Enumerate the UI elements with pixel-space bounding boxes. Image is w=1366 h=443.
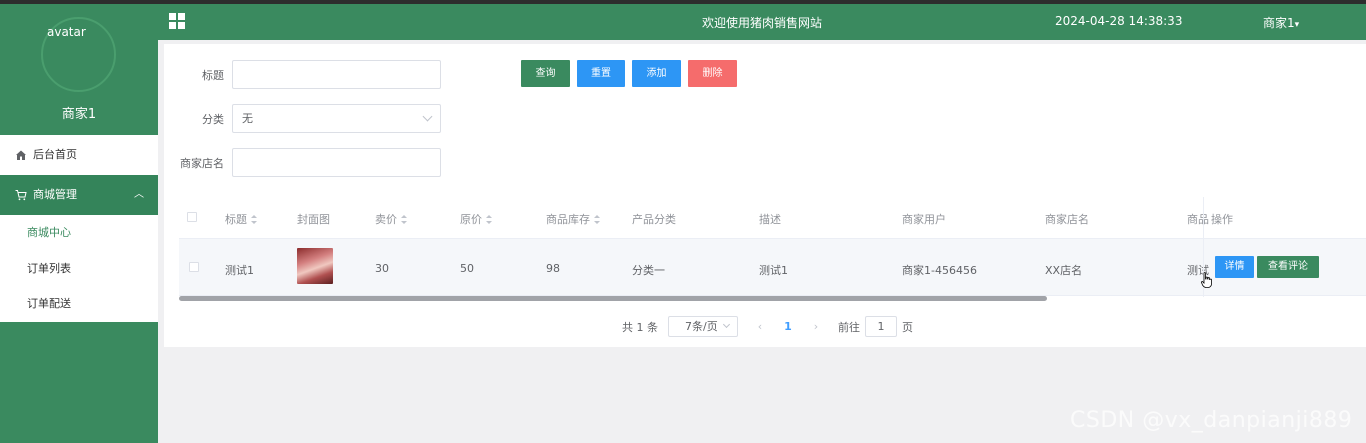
- scrollbar-thumb[interactable]: [179, 296, 1047, 301]
- cell-sell-price: 30: [375, 262, 389, 275]
- cell-merchant-user: 商家1-456456: [902, 264, 977, 277]
- user-panel: avatar 商家1: [0, 4, 158, 135]
- filter-shop-row: 商家店名: [164, 148, 441, 177]
- page-number-1[interactable]: 1: [774, 320, 802, 333]
- submenu-item-order-list[interactable]: 订单列表: [0, 251, 158, 287]
- column-header-shop-name: 商家店名: [1045, 213, 1089, 226]
- chevron-down-icon: [722, 320, 731, 329]
- sidebar: avatar 商家1 后台首页 商城管理 ︿ 商城中心 订单列表 订单配送: [0, 4, 158, 443]
- sort-icon[interactable]: [594, 215, 600, 224]
- user-dropdown[interactable]: 商家1▾: [1263, 14, 1299, 31]
- menu-item-mall-management[interactable]: 商城管理 ︿: [0, 175, 158, 215]
- menu-home-label: 后台首页: [33, 148, 77, 161]
- title-input[interactable]: [232, 60, 441, 89]
- cell-category: 分类一: [632, 264, 665, 277]
- caret-down-icon: ▾: [1294, 20, 1300, 30]
- column-header-original-price[interactable]: 原价: [460, 211, 492, 227]
- next-page-button[interactable]: ›: [802, 320, 830, 333]
- table-row: 测试1 30 50 98 分类一 测试1 商家1-456456 XX店名 测试: [179, 239, 1366, 296]
- column-header-sell-price[interactable]: 卖价: [375, 211, 407, 227]
- goto-page-input[interactable]: 1: [865, 316, 897, 337]
- csdn-watermark: CSDN @vx_danpianji889: [1070, 408, 1353, 433]
- chevron-down-icon: [422, 111, 433, 122]
- welcome-title: 欢迎使用猪肉销售网站: [701, 16, 822, 30]
- cart-icon: [15, 190, 27, 201]
- sort-icon[interactable]: [251, 215, 257, 224]
- goto-label: 前往: [838, 320, 860, 334]
- cell-stock: 98: [546, 262, 560, 275]
- table-header: 标题 封面图 卖价 原价 商品库存 产品分类 描述 商家用户 商家店名 商品 操…: [179, 197, 1366, 239]
- page-size-select[interactable]: 7条/页: [668, 316, 738, 337]
- submenu-item-mall-center[interactable]: 商城中心: [0, 215, 158, 251]
- cell-title: 测试1: [225, 264, 254, 277]
- sort-icon[interactable]: [401, 215, 407, 224]
- top-header: 欢迎使用猪肉销售网站 2024-04-28 14:38:33 商家1▾: [158, 4, 1366, 40]
- column-header-merchant-user: 商家用户: [902, 213, 946, 226]
- pointer-hand-cursor-icon: [1201, 272, 1212, 288]
- actions-cell: 详情 查看评论: [1204, 239, 1366, 296]
- avatar-alt-text: avatar: [47, 25, 86, 39]
- column-header-description: 描述: [759, 213, 781, 226]
- row-checkbox[interactable]: [189, 262, 199, 272]
- cover-image: [297, 248, 333, 284]
- chevron-up-icon: ︿: [134, 189, 144, 200]
- category-select-value: 无: [242, 112, 253, 125]
- menu-item-home[interactable]: 后台首页: [0, 135, 158, 175]
- avatar: avatar: [41, 17, 116, 92]
- shop-name-label: 商家店名: [180, 156, 224, 170]
- reset-button[interactable]: 重置: [577, 60, 625, 87]
- mall-submenu: 商城中心 订单列表 订单配送: [0, 215, 158, 322]
- column-header-cover: 封面图: [297, 213, 330, 226]
- filter-title-row: 标题: [164, 60, 441, 89]
- shop-name-input[interactable]: [232, 148, 441, 177]
- filter-category-row: 分类 无: [164, 104, 441, 133]
- total-count: 共 1 条: [622, 320, 658, 334]
- goto-page-suffix: 页: [902, 320, 913, 334]
- submenu-item-order-delivery[interactable]: 订单配送: [0, 286, 158, 322]
- horizontal-scrollbar[interactable]: [179, 296, 1366, 302]
- user-dropdown-label: 商家1: [1263, 16, 1295, 30]
- cell-original-price: 50: [460, 262, 474, 275]
- column-header-title[interactable]: 标题: [225, 211, 257, 227]
- app-root: avatar 商家1 后台首页 商城管理 ︿ 商城中心 订单列表 订单配送 欢迎…: [0, 4, 1366, 443]
- select-all-checkbox[interactable]: [187, 212, 197, 222]
- cell-description: 测试1: [759, 264, 788, 277]
- datetime: 2024-04-28 14:38:33: [1055, 14, 1183, 28]
- pagination: 共 1 条 7条/页 ‹ 1 › 前往 1 页: [622, 316, 913, 337]
- menu-mall-label: 商城管理: [33, 188, 77, 201]
- main-panel: 标题 分类 无 商家店名 查询 重置 添加 删除 标题 封面图 卖价 原价 商品…: [164, 44, 1366, 347]
- product-table: 标题 封面图 卖价 原价 商品库存 产品分类 描述 商家用户 商家店名 商品 操…: [179, 197, 1366, 301]
- category-label: 分类: [202, 112, 224, 126]
- detail-button[interactable]: 详情: [1215, 256, 1254, 278]
- title-label: 标题: [202, 68, 224, 82]
- column-header-stock[interactable]: 商品库存: [546, 211, 600, 227]
- view-reviews-button[interactable]: 查看评论: [1257, 256, 1319, 278]
- delete-button[interactable]: 删除: [688, 60, 737, 87]
- prev-page-button[interactable]: ‹: [746, 320, 774, 333]
- search-button[interactable]: 查询: [521, 60, 570, 87]
- column-header-category: 产品分类: [632, 213, 676, 226]
- add-button[interactable]: 添加: [632, 60, 681, 87]
- user-name: 商家1: [61, 107, 97, 122]
- cell-shop-name: XX店名: [1045, 264, 1083, 277]
- category-select[interactable]: 无: [232, 104, 441, 133]
- actions-column: 详情 查看评论: [1203, 197, 1366, 297]
- sort-icon[interactable]: [486, 215, 492, 224]
- home-icon: [16, 150, 26, 160]
